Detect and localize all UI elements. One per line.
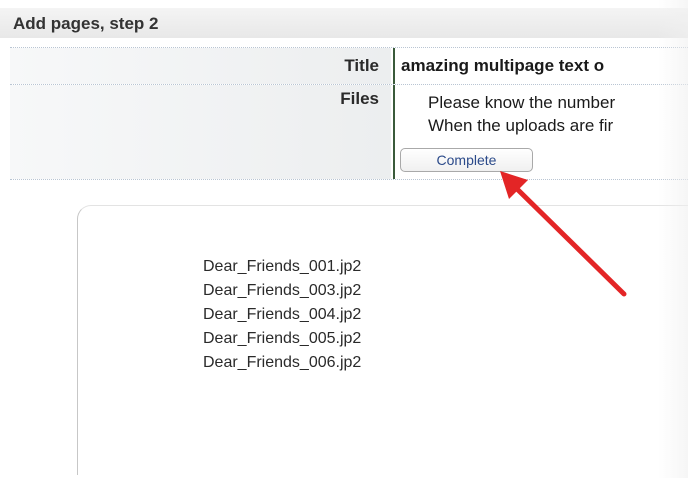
list-item: Dear_Friends_003.jp2 bbox=[203, 282, 362, 299]
add-pages-panel: Add pages, step 2 Title amazing multipag… bbox=[0, 0, 688, 478]
step-title: Add pages, step 2 bbox=[13, 14, 159, 33]
list-item: Dear_Friends_004.jp2 bbox=[203, 306, 362, 323]
files-row: Files Please know the number When the up… bbox=[10, 85, 688, 180]
title-row: Title amazing multipage text o bbox=[10, 47, 688, 85]
files-instruction-line-2: When the uploads are fir bbox=[428, 116, 614, 135]
list-item: Dear_Friends_006.jp2 bbox=[203, 354, 362, 371]
list-item: Dear_Friends_005.jp2 bbox=[203, 330, 362, 347]
list-item: Dear_Friends_001.jp2 bbox=[203, 258, 362, 275]
title-label: Title bbox=[10, 48, 391, 84]
uploaded-file-list: Dear_Friends_001.jp2 Dear_Friends_003.jp… bbox=[203, 255, 361, 375]
red-arrow-icon bbox=[500, 171, 627, 297]
files-label: Files bbox=[10, 85, 391, 179]
title-value: amazing multipage text o bbox=[393, 48, 688, 84]
form-table: Title amazing multipage text o Files Ple… bbox=[10, 47, 688, 182]
files-instruction-line-1: Please know the number bbox=[428, 93, 616, 112]
